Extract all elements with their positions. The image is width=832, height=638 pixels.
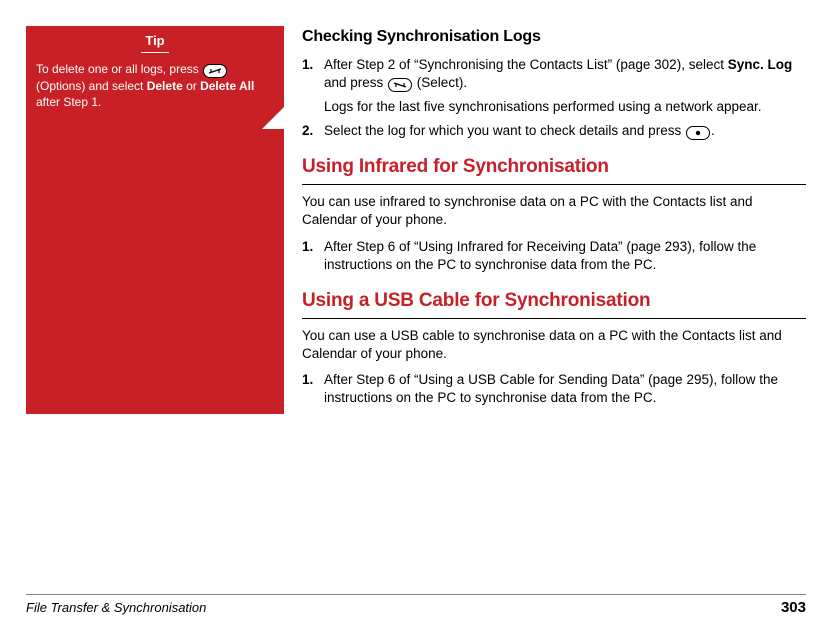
tip-corner-cut [262,107,284,129]
tip-text-1: To delete one or all logs, press [36,62,202,76]
heading-checking-logs: Checking Synchronisation Logs [302,26,806,48]
step-number: 2. [302,122,324,140]
usb-steps: 1. After Step 6 of “Using a USB Cable fo… [302,371,806,407]
tip-bold-delete: Delete [147,79,183,93]
infrared-step-1: 1. After Step 6 of “Using Infrared for R… [302,238,806,274]
options-key-icon [203,64,227,78]
step1-text-c: (Select). [413,75,467,90]
step1-bold-synclog: Sync. Log [728,57,793,72]
select-key-icon [388,78,412,92]
page-footer: File Transfer & Synchronisation 303 [26,594,806,616]
rule [302,184,806,185]
step-number: 1. [302,238,324,274]
tip-text-3: or [183,79,200,93]
heading-infrared: Using Infrared for Synchronisation [302,154,806,180]
footer-page-number: 303 [781,599,806,616]
step2-text-b: . [711,123,715,138]
page: Tip To delete one or all logs, press (Op… [0,0,832,638]
tip-title: Tip [141,32,168,53]
checking-step-1: 1. After Step 2 of “Synchronising the Co… [302,56,806,117]
step1-text-a: After Step 2 of “Synchronising the Conta… [324,57,728,72]
footer-section-title: File Transfer & Synchronisation [26,600,206,615]
heading-usb: Using a USB Cable for Synchronisation [302,288,806,314]
step-number: 1. [302,56,324,117]
infrared-steps: 1. After Step 6 of “Using Infrared for R… [302,238,806,274]
step-number: 1. [302,371,324,407]
step1-text-b: and press [324,75,387,90]
tip-text-2: (Options) and select [36,79,147,93]
checking-step-2: 2. Select the log for which you want to … [302,122,806,140]
step-body: After Step 2 of “Synchronising the Conta… [324,56,806,117]
checking-steps: 1. After Step 2 of “Synchronising the Co… [302,56,806,141]
main-column: Checking Synchronisation Logs 1. After S… [302,26,806,414]
rule [302,318,806,319]
step-body: After Step 6 of “Using a USB Cable for S… [324,371,806,407]
tip-box: Tip To delete one or all logs, press (Op… [26,26,284,414]
tip-bold-delete-all: Delete All [200,79,254,93]
tip-body: To delete one or all logs, press (Option… [26,55,284,128]
tip-title-wrap: Tip [26,26,284,55]
step-body: After Step 6 of “Using Infrared for Rece… [324,238,806,274]
tip-text-4: after Step 1. [36,95,101,109]
usb-step-1: 1. After Step 6 of “Using a USB Cable fo… [302,371,806,407]
step-body: Select the log for which you want to che… [324,122,806,140]
content-row: Tip To delete one or all logs, press (Op… [26,26,806,414]
step2-text-a: Select the log for which you want to che… [324,123,685,138]
usb-para: You can use a USB cable to synchronise d… [302,327,806,363]
infrared-para: You can use infrared to synchronise data… [302,193,806,229]
step1-sub: Logs for the last five synchronisations … [324,98,806,116]
center-key-icon [686,126,710,140]
